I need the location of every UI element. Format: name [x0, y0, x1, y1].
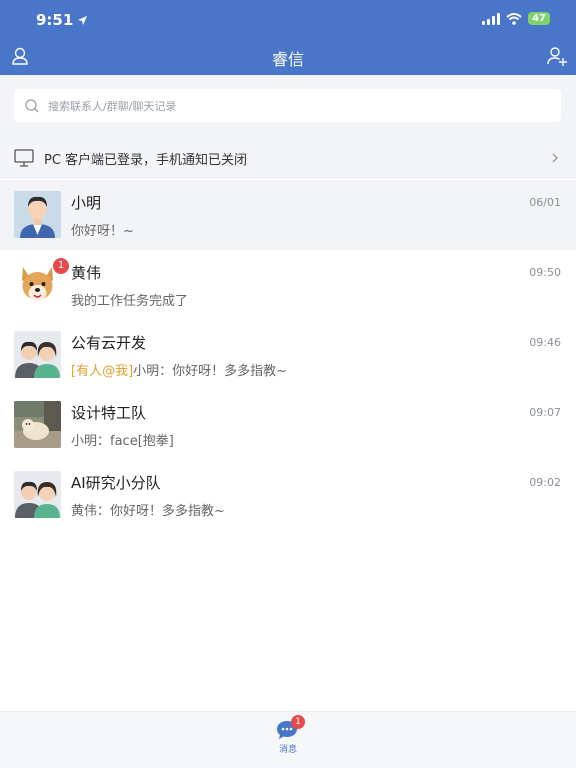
conversation-name: AI研究小分队 — [71, 474, 161, 492]
conversation-preview: 小明：face[抱拳] — [71, 434, 174, 449]
chevron-right-icon — [552, 153, 558, 163]
pc-login-banner[interactable]: PC 客户端已登录，手机通知已关闭 — [0, 137, 576, 179]
tab-bar: 1 消息 — [0, 711, 576, 768]
avatar — [14, 401, 61, 448]
conversation-time: 09:46 — [529, 336, 561, 349]
monitor-icon — [14, 149, 34, 167]
conversation-preview: 你好呀！~ — [71, 224, 134, 239]
mention-tag: [有人@我] — [71, 364, 134, 379]
conversation-preview: [有人@我]小明：你好呀！多多指教~ — [71, 360, 287, 379]
status-time-text: 9:51 — [36, 11, 74, 29]
conversation-time: 09:02 — [529, 476, 561, 489]
avatar — [14, 471, 61, 518]
group-avatar-icon — [14, 471, 61, 518]
status-indicators: 47 — [482, 12, 550, 25]
man-portrait-icon — [14, 191, 61, 238]
conversation-name: 黄伟 — [71, 264, 102, 282]
search-placeholder: 搜索联系人/群聊/聊天记录 — [48, 99, 177, 113]
app-header: 9:51 47 睿信 — [0, 0, 576, 75]
conversation-preview: 黄伟：你好呀！多多指教~ — [71, 504, 225, 519]
conversation-name: 小明 — [71, 194, 102, 212]
tab-unread-badge: 1 — [291, 715, 305, 729]
page-title: 睿信 — [271, 50, 304, 69]
conversation-preview: 我的工作任务完成了 — [71, 294, 189, 309]
pc-banner-text: PC 客户端已登录，手机通知已关闭 — [44, 152, 248, 168]
conversation-item[interactable]: 设计特工队 09:07 小明：face[抱拳] — [0, 390, 576, 460]
add-contact-icon[interactable] — [546, 45, 568, 67]
wifi-icon — [506, 12, 522, 25]
avatar — [14, 191, 61, 238]
search-area: 搜索联系人/群聊/聊天记录 — [0, 75, 576, 137]
conversation-time: 06/01 — [529, 196, 561, 209]
status-time: 9:51 — [36, 11, 88, 29]
location-arrow-icon — [78, 15, 88, 25]
conversation-time: 09:50 — [529, 266, 561, 279]
conversation-time: 09:07 — [529, 406, 561, 419]
tab-label: 消息 — [278, 745, 297, 755]
group-avatar-icon — [14, 331, 61, 378]
battery-indicator: 47 — [528, 12, 550, 25]
search-input[interactable]: 搜索联系人/群聊/聊天记录 — [14, 89, 561, 122]
search-icon — [25, 98, 39, 112]
preview-text: 小明：你好呀！多多指教~ — [133, 364, 288, 379]
avatar — [14, 331, 61, 378]
conversation-name: 设计特工队 — [71, 404, 147, 422]
unread-badge: 1 — [53, 258, 69, 274]
conversation-name: 公有云开发 — [71, 334, 147, 352]
conversation-item[interactable]: 小明 06/01 你好呀！~ — [0, 180, 576, 250]
conversation-item[interactable]: 公有云开发 09:46 [有人@我]小明：你好呀！多多指教~ — [0, 320, 576, 390]
photo-avatar-icon — [14, 401, 61, 448]
conversation-list: 小明 06/01 你好呀！~ 1 黄伟 09:50 我的工作任务完成了 公有云开… — [0, 180, 576, 530]
conversation-item[interactable]: AI研究小分队 09:02 黄伟：你好呀！多多指教~ — [0, 460, 576, 530]
conversation-item[interactable]: 1 黄伟 09:50 我的工作任务完成了 — [0, 250, 576, 320]
cellular-signal-icon — [482, 12, 501, 25]
